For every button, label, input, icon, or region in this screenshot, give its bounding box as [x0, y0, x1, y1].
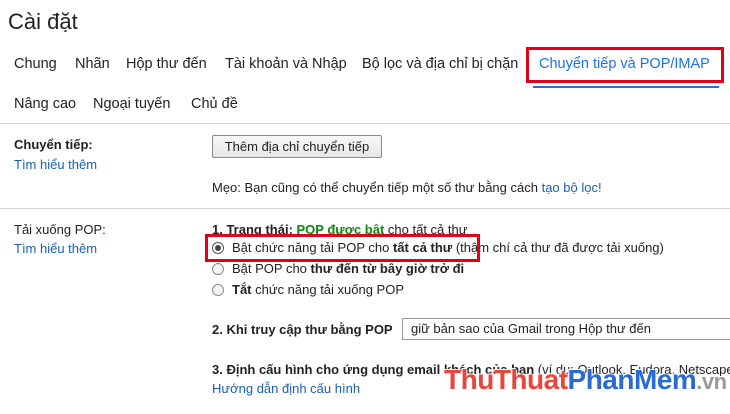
active-tab-indicator: [533, 86, 719, 88]
tab-filters-blocked[interactable]: Bộ lọc và địa chỉ bị chặn: [362, 56, 518, 72]
watermark-part: Thuat: [493, 364, 568, 395]
forwarding-learn-more-link[interactable]: Tìm hiểu thêm: [14, 157, 97, 172]
divider: [0, 208, 730, 209]
pop-download-label: Tải xuống POP:: [14, 222, 106, 237]
watermark-part: Phan: [567, 364, 635, 395]
forwarding-label: Chuyển tiếp:: [14, 137, 93, 152]
option-text: Bật POP cho: [232, 261, 311, 276]
add-forwarding-address-button[interactable]: Thêm địa chỉ chuyển tiếp: [212, 135, 382, 158]
option-text: (thậm chí cả thư đã được tải xuống): [452, 240, 664, 255]
highlight-box-tab: [526, 47, 724, 83]
watermark-part: .vn: [696, 369, 727, 394]
radio-enable-pop-from-now[interactable]: [212, 263, 224, 275]
forwarding-tip-text: Mẹo: Bạn cũng có thể chuyển tiếp một số …: [212, 180, 542, 195]
option-bold-text: thư đến từ bây giờ trở đi: [310, 261, 465, 276]
pop-access-select[interactable]: giữ bản sao của Gmail trong Hộp thư đến: [402, 318, 730, 340]
create-filter-link[interactable]: tạo bộ lọc!: [542, 180, 602, 195]
option-bold-text: Tắt: [232, 282, 252, 297]
divider: [0, 123, 730, 124]
tab-accounts-import[interactable]: Tài khoản và Nhập: [225, 56, 347, 72]
tab-general[interactable]: Chung: [14, 56, 57, 72]
pop-learn-more-link[interactable]: Tìm hiểu thêm: [14, 241, 97, 256]
watermark-part: Mem: [634, 364, 697, 395]
tab-advanced[interactable]: Nâng cao: [14, 96, 76, 112]
tab-offline[interactable]: Ngoại tuyến: [93, 96, 170, 112]
pop-access-label: 2. Khi truy cập thư bằng POP: [212, 322, 393, 337]
highlight-box-option: [205, 234, 480, 262]
radio-disable-pop[interactable]: [212, 284, 224, 296]
radio-label-disable-pop[interactable]: Tắt chức năng tải xuống POP: [232, 282, 404, 297]
option-text: chức năng tải xuống POP: [251, 282, 405, 297]
tab-inbox[interactable]: Hộp thư đến: [126, 56, 207, 72]
forwarding-tip: Mẹo: Bạn cũng có thể chuyển tiếp một số …: [212, 180, 602, 195]
radio-label-enable-pop-from-now[interactable]: Bật POP cho thư đến từ bây giờ trở đi: [232, 261, 464, 276]
tab-labels[interactable]: Nhãn: [75, 56, 110, 72]
tab-themes[interactable]: Chủ đề: [191, 96, 238, 112]
watermark-logo: ThuThuatPhanMem.vn: [444, 364, 727, 396]
page-title: Cài đặt: [8, 9, 78, 34]
watermark-part: Thu: [444, 364, 494, 395]
config-instructions-link[interactable]: Hướng dẫn định cấu hình: [212, 381, 360, 396]
